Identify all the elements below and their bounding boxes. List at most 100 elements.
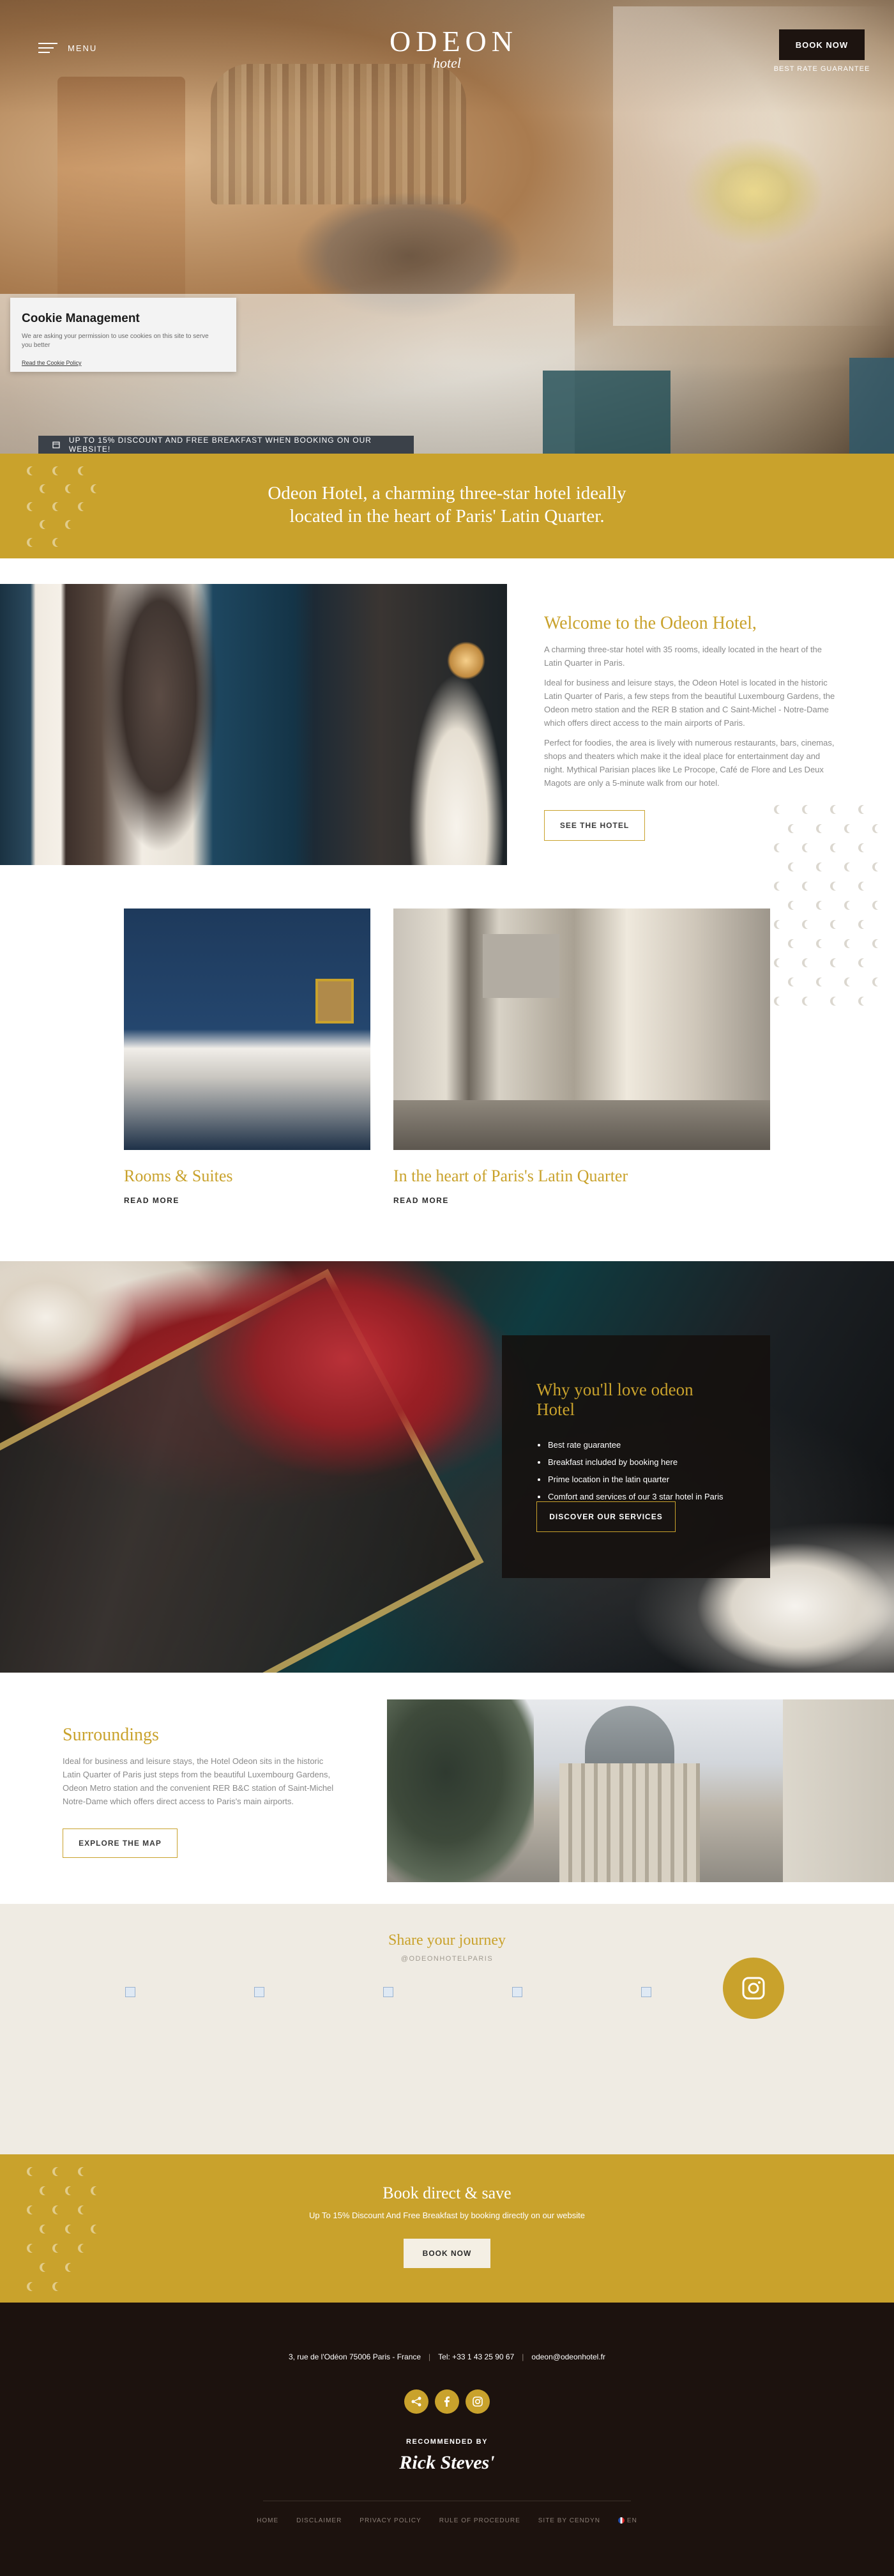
- rick-steves-logo[interactable]: Rick Steves': [0, 2452, 894, 2474]
- moon-dot: [805, 920, 814, 929]
- instagram-photo[interactable]: [641, 1987, 651, 1997]
- hero-banner: MENU ODEON hotel BOOK NOW BEST RATE GUAR…: [0, 0, 894, 454]
- moon-dot: [805, 843, 814, 852]
- book-direct-band: Book direct & save Up To 15% Discount An…: [0, 2154, 894, 2303]
- instagram-icon[interactable]: [723, 1958, 784, 2019]
- hamburger-icon: [38, 40, 57, 56]
- menu-button[interactable]: MENU: [38, 40, 97, 56]
- moon-dot: [819, 977, 828, 986]
- instagram-photo[interactable]: [254, 1987, 264, 1997]
- moon-dot: [805, 958, 814, 967]
- why-item: Breakfast included by booking here: [536, 1453, 736, 1471]
- moon-dot: [819, 824, 828, 833]
- instagram-photo[interactable]: [125, 1987, 135, 1997]
- moon-dot: [861, 805, 870, 814]
- see-hotel-button[interactable]: SEE THE HOTEL: [544, 810, 645, 841]
- footer-link-home[interactable]: HOME: [257, 2517, 278, 2524]
- intro-text: Odeon Hotel, a charming three-star hotel…: [268, 483, 626, 526]
- moon-dot: [791, 939, 799, 948]
- instagram-icon[interactable]: [466, 2389, 490, 2414]
- discover-services-button[interactable]: DISCOVER OUR SERVICES: [536, 1501, 676, 1532]
- share-title: Share your journey: [388, 1932, 506, 1949]
- moon-dot: [833, 958, 842, 967]
- cookie-title: Cookie Management: [22, 312, 140, 325]
- moon-dot: [875, 939, 884, 948]
- intro-band: Odeon Hotel, a charming three-star hotel…: [0, 454, 894, 558]
- latin-quarter-title[interactable]: In the heart of Paris's Latin Quarter: [393, 1167, 628, 1186]
- moon-dot: [819, 862, 828, 871]
- logo-main-text: ODEON: [390, 25, 518, 57]
- moon-dot: [833, 843, 842, 852]
- moon-pattern-decoration: [764, 805, 891, 1022]
- moon-dot: [833, 997, 842, 1006]
- why-title: Why you'll love odeon Hotel: [536, 1380, 693, 1419]
- best-rate-label: BEST RATE GUARANTEE: [773, 65, 870, 73]
- moon-dot: [861, 920, 870, 929]
- moon-pattern-decoration: [17, 463, 112, 552]
- flag-icon: [617, 2517, 625, 2524]
- moon-dot: [875, 862, 884, 871]
- welcome-photo: [0, 584, 507, 865]
- moon-dot: [847, 901, 856, 910]
- why-love-panel: Why you'll love odeon Hotel Best rate gu…: [502, 1335, 770, 1578]
- rooms-title[interactable]: Rooms & Suites: [124, 1167, 232, 1186]
- moon-dot: [875, 977, 884, 986]
- latin-quarter-image[interactable]: [393, 908, 770, 1150]
- moon-dot: [777, 920, 785, 929]
- instagram-photo[interactable]: [512, 1987, 522, 1997]
- moon-dot: [777, 843, 785, 852]
- pantheon-photo: [387, 1699, 894, 1882]
- moon-dot: [805, 997, 814, 1006]
- moon-dot: [791, 824, 799, 833]
- footer-link-privacy[interactable]: PRIVACY POLICY: [360, 2517, 421, 2524]
- moon-dot: [777, 997, 785, 1006]
- surroundings-text: Ideal for business and leisure stays, th…: [63, 1756, 334, 1806]
- cookie-banner: Cookie Management We are asking your per…: [10, 298, 236, 372]
- footer-link-rules[interactable]: RULE OF PROCEDURE: [439, 2517, 520, 2524]
- calendar-icon: [52, 441, 60, 448]
- footer-nav: HOME DISCLAIMER PRIVACY POLICY RULE OF P…: [0, 2517, 894, 2524]
- language-selector[interactable]: EN: [617, 2517, 637, 2524]
- welcome-paragraph-2: Ideal for business and leisure stays, th…: [544, 678, 835, 728]
- moon-dot: [847, 977, 856, 986]
- explore-map-button[interactable]: EXPLORE THE MAP: [63, 1828, 178, 1858]
- cookie-policy-link[interactable]: Read the Cookie Policy: [22, 360, 82, 366]
- language-label: EN: [626, 2517, 637, 2524]
- book-direct-title: Book direct & save: [383, 2184, 511, 2202]
- rooms-read-more-link[interactable]: READ MORE: [124, 1196, 179, 1205]
- moon-dot: [847, 862, 856, 871]
- hotel-logo[interactable]: ODEON hotel: [390, 25, 518, 72]
- book-now-button[interactable]: BOOK NOW: [404, 2239, 490, 2268]
- surroundings-title: Surroundings: [63, 1725, 159, 1745]
- moon-dot: [833, 805, 842, 814]
- facebook-icon[interactable]: [435, 2389, 459, 2414]
- welcome-paragraph-1: A charming three-star hotel with 35 room…: [544, 645, 822, 668]
- footer-link-cendyn[interactable]: SITE BY CENDYN: [538, 2517, 600, 2524]
- phone-text[interactable]: Tel: +33 1 43 25 90 67: [438, 2352, 514, 2361]
- moon-dot: [847, 824, 856, 833]
- share-icon[interactable]: [404, 2389, 428, 2414]
- moon-dot: [777, 882, 785, 891]
- moon-dot: [861, 843, 870, 852]
- cookie-text: We are asking your permission to use coo…: [22, 333, 209, 349]
- moon-dot: [875, 824, 884, 833]
- promo-text: UP TO 15% DISCOUNT AND FREE BREAKFAST WH…: [68, 436, 372, 454]
- email-link[interactable]: odeon@odeonhotel.fr: [531, 2352, 605, 2361]
- moon-dot: [777, 958, 785, 967]
- moon-dot: [833, 920, 842, 929]
- surroundings-section: Surroundings Ideal for business and leis…: [63, 1725, 344, 1808]
- instagram-photo[interactable]: [383, 1987, 393, 1997]
- welcome-section: Welcome to the Odeon Hotel, A charming t…: [544, 613, 838, 796]
- social-links: [0, 2389, 894, 2414]
- footer-contact: 3, rue de l'Odéon 75006 Paris - France |…: [288, 2352, 606, 2361]
- latin-quarter-read-more-link[interactable]: READ MORE: [393, 1196, 449, 1205]
- why-item: Prime location in the latin quarter: [536, 1471, 736, 1488]
- book-now-button[interactable]: BOOK NOW: [779, 29, 865, 60]
- footer-link-disclaimer[interactable]: DISCLAIMER: [296, 2517, 342, 2524]
- moon-dot: [791, 862, 799, 871]
- why-item: Best rate guarantee: [536, 1436, 736, 1453]
- promo-bar[interactable]: UP TO 15% DISCOUNT AND FREE BREAKFAST WH…: [38, 436, 414, 454]
- rooms-image[interactable]: [124, 908, 370, 1150]
- why-list: Best rate guarantee Breakfast included b…: [536, 1436, 736, 1505]
- recommended-label: RECOMMENDED BY: [406, 2438, 488, 2446]
